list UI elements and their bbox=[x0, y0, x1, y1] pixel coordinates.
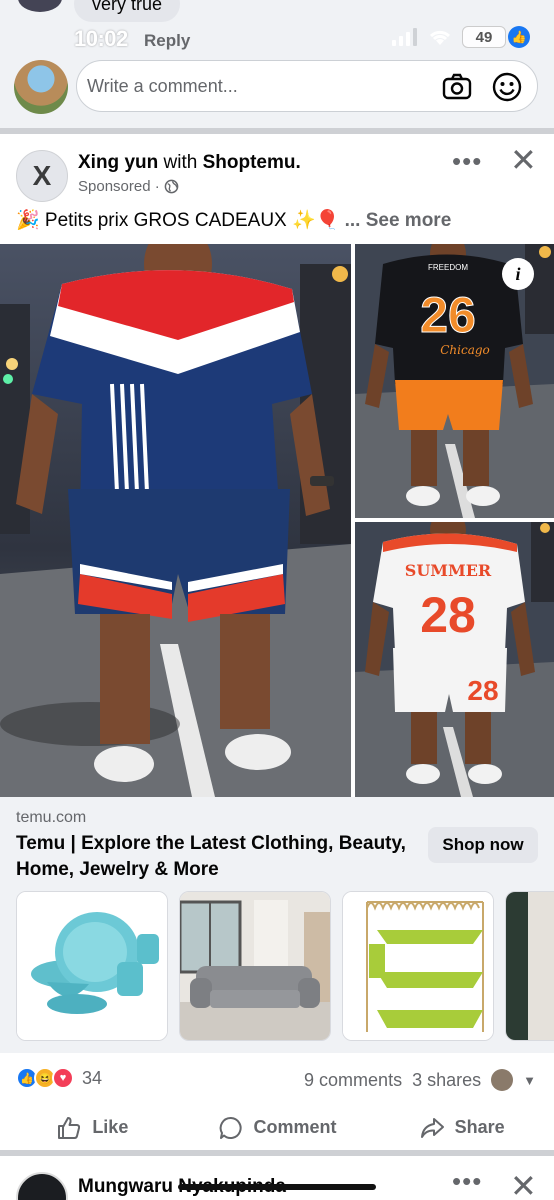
product-image-3[interactable]: SUMMER 28 28 bbox=[355, 522, 554, 797]
user-avatar[interactable] bbox=[14, 60, 68, 114]
post-header-title: Xing yun with Shoptemu. bbox=[78, 152, 301, 174]
emoji-icon[interactable] bbox=[491, 71, 523, 103]
comment-label: Comment bbox=[253, 1117, 337, 1137]
link-domain: temu.com bbox=[16, 809, 87, 826]
status-time: 10:02 bbox=[74, 26, 128, 51]
reaction-count: 34 bbox=[82, 1067, 103, 1088]
image-3-art: SUMMER 28 28 bbox=[355, 522, 554, 797]
shirt-script-text: Chicago bbox=[440, 343, 490, 357]
facebook-feed: very true 10:02 Reply 49 👍 Write a comme… bbox=[0, 0, 554, 1200]
comment-area: very true 10:02 Reply 49 👍 bbox=[0, 0, 554, 128]
comments-count[interactable]: 9 comments bbox=[304, 1070, 402, 1091]
like-badge-icon: 👍 bbox=[508, 26, 530, 48]
next-close-icon[interactable]: ✕ bbox=[510, 1170, 537, 1200]
previous-comment-avatar[interactable] bbox=[18, 0, 62, 12]
reply-link[interactable]: Reply bbox=[144, 31, 190, 51]
dish-rack-image bbox=[343, 892, 493, 1040]
post-caption: 🎉 Petits prix GROS CADEAUX ✨🎈 ... See mo… bbox=[16, 208, 451, 232]
tagged-page-name[interactable]: Shoptemu. bbox=[203, 152, 301, 173]
shirt-number-26: 26 bbox=[420, 287, 476, 343]
caption-text: 🎉 Petits prix GROS CADEAUX ✨🎈 bbox=[16, 210, 340, 231]
shirt-top-text: SUMMER bbox=[405, 561, 492, 580]
carousel-item-dish-rack[interactable] bbox=[342, 891, 494, 1041]
product-image-main[interactable] bbox=[0, 244, 351, 797]
globe-icon bbox=[164, 179, 179, 194]
reaction-summary[interactable]: 👍 😆 ♥ 34 bbox=[16, 1067, 102, 1089]
shares-count[interactable]: 3 shares bbox=[412, 1070, 481, 1091]
link-preview[interactable]: temu.com Temu | Explore the Latest Cloth… bbox=[0, 797, 554, 883]
close-icon[interactable]: ✕ bbox=[510, 144, 537, 176]
shirt-top-text: FREEDOM bbox=[428, 263, 468, 272]
carousel-item-partial[interactable] bbox=[505, 891, 554, 1041]
like-label: Like bbox=[92, 1117, 129, 1137]
post-stats: 👍 😆 ♥ 34 9 comments 3 shares ▼ bbox=[0, 1053, 554, 1105]
shorts-number-28: 28 bbox=[467, 675, 498, 706]
partial-item-image bbox=[506, 892, 554, 1040]
share-label: Share bbox=[454, 1117, 505, 1137]
viewer-avatar[interactable] bbox=[491, 1069, 514, 1091]
post-actions: Like Comment Share bbox=[0, 1105, 554, 1150]
status-icons: 49 👍 bbox=[392, 26, 530, 48]
author-name[interactable]: Xing yun bbox=[78, 152, 158, 173]
next-post: Mungwaru Nyakupinda ••• ✕ bbox=[0, 1156, 554, 1200]
thumbs-up-icon bbox=[58, 1116, 81, 1139]
ad-info-icon[interactable]: i bbox=[502, 258, 534, 290]
shop-now-button[interactable]: Shop now bbox=[428, 827, 538, 863]
with-word: with bbox=[163, 152, 198, 173]
next-post-avatar[interactable] bbox=[16, 1172, 68, 1200]
chevron-down-icon[interactable]: ▼ bbox=[523, 1073, 536, 1088]
page-avatar[interactable]: X bbox=[16, 150, 68, 202]
carousel-item-sofa[interactable] bbox=[179, 891, 331, 1041]
battery-indicator: 49 bbox=[462, 26, 506, 48]
comment-input[interactable] bbox=[87, 76, 427, 97]
love-reaction-icon: ♥ bbox=[52, 1067, 74, 1089]
main-image-art bbox=[0, 244, 351, 797]
dinnerware-image bbox=[17, 892, 167, 1040]
like-button[interactable]: Like bbox=[0, 1105, 185, 1150]
carousel-item-dinnerware[interactable] bbox=[16, 891, 168, 1041]
post-meta: Sponsored · bbox=[78, 178, 179, 195]
more-options-icon[interactable]: ••• bbox=[452, 146, 482, 177]
share-icon bbox=[420, 1117, 444, 1138]
shirt-number-28: 28 bbox=[420, 587, 476, 643]
comment-button[interactable]: Comment bbox=[185, 1105, 370, 1150]
link-title: Temu | Explore the Latest Clothing, Beau… bbox=[16, 833, 406, 880]
previous-comment-bubble: very true bbox=[74, 0, 181, 22]
sponsored-label[interactable]: Sponsored · bbox=[78, 178, 160, 195]
camera-icon[interactable] bbox=[441, 71, 473, 103]
product-carousel bbox=[0, 883, 554, 1053]
see-more-link[interactable]: ... See more bbox=[345, 210, 452, 231]
sofa-image bbox=[180, 892, 330, 1040]
signal-icon bbox=[392, 28, 417, 46]
wifi-icon bbox=[429, 30, 451, 45]
comment-icon bbox=[219, 1116, 242, 1139]
comment-composer bbox=[76, 60, 538, 112]
home-indicator[interactable] bbox=[178, 1184, 376, 1190]
share-button[interactable]: Share bbox=[369, 1105, 554, 1150]
next-more-options-icon[interactable]: ••• bbox=[452, 1166, 482, 1197]
sponsored-post: X Xing yun with Shoptemu. Sponsored · ••… bbox=[0, 134, 554, 1150]
engagement-counts: 9 comments 3 shares ▼ bbox=[304, 1069, 536, 1091]
